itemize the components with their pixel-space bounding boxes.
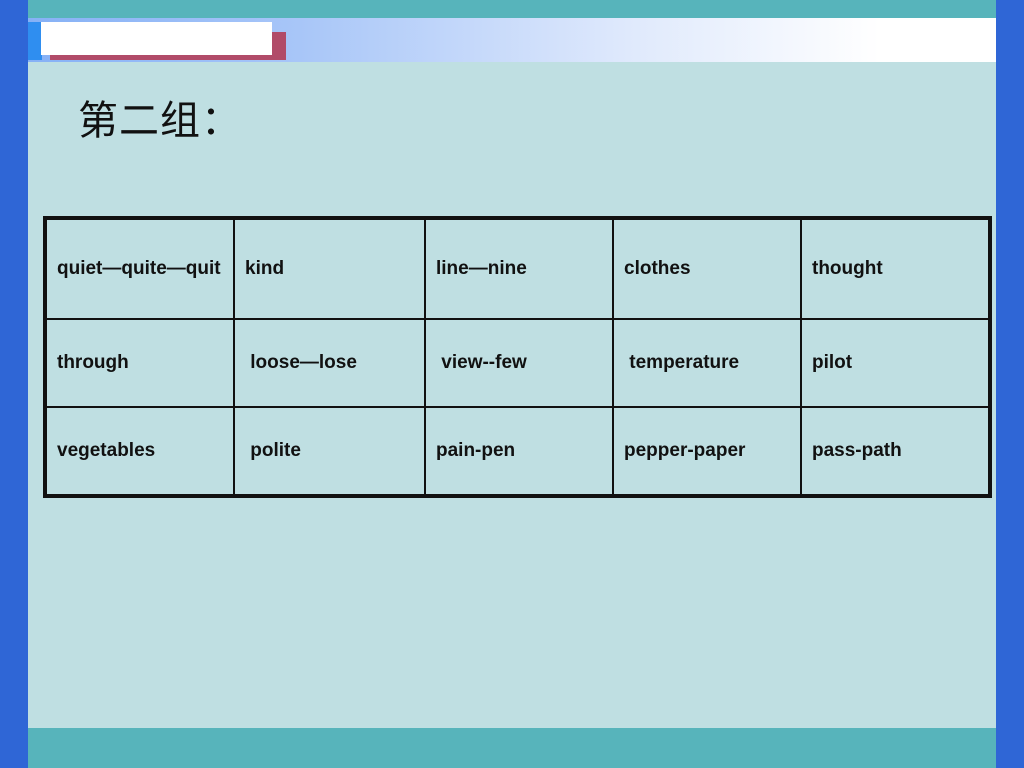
table-cell: quiet—quite—quit [44, 217, 235, 320]
table-cell: polite [233, 406, 426, 497]
frame-left-rail [0, 0, 28, 768]
table-row: quiet—quite—quit kind line—nine clothes … [44, 217, 991, 320]
word-list-table: quiet—quite—quit kind line—nine clothes … [43, 216, 992, 498]
slide-canvas: 第二组： quiet—quite—quit kind line—nine clo… [0, 0, 1024, 768]
footer-teal-band [28, 728, 996, 768]
table-cell: vegetables [44, 406, 235, 497]
header-teal-band [28, 0, 996, 18]
header-blue-accent [28, 22, 42, 60]
table-cell: loose—lose [233, 318, 426, 408]
table-cell: pass-path [800, 406, 991, 497]
table-cell: view--few [424, 318, 614, 408]
page-title: 第二组： [78, 98, 242, 144]
table-row: vegetables polite pain-pen pepper-paper … [44, 406, 991, 497]
table-cell: clothes [612, 217, 802, 320]
frame-right-rail [996, 0, 1024, 768]
table-cell: through [44, 318, 235, 408]
table-row: through loose—lose view--few temperature… [44, 318, 991, 408]
table-cell: kind [233, 217, 426, 320]
table-cell: pilot [800, 318, 991, 408]
table-cell: thought [800, 217, 991, 320]
header-white-block [41, 22, 272, 55]
table-cell: line—nine [424, 217, 614, 320]
table-cell: pain-pen [424, 406, 614, 497]
table-cell: temperature [612, 318, 802, 408]
table-cell: pepper-paper [612, 406, 802, 497]
